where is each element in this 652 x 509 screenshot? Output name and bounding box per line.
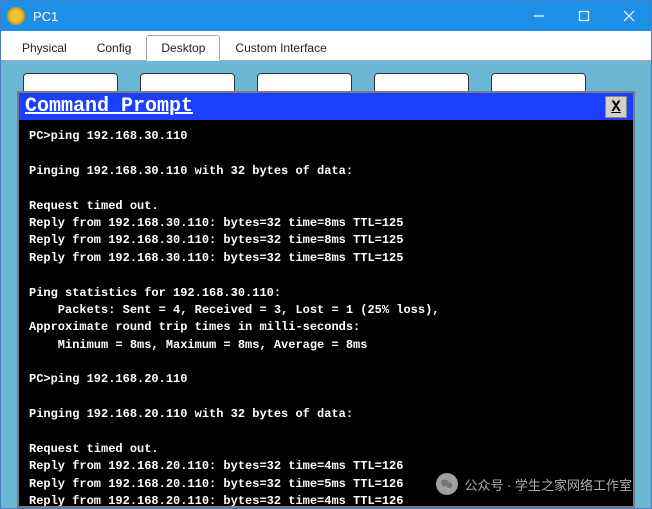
close-icon [623,10,635,22]
command-prompt-title: Command Prompt [25,95,605,118]
command-prompt-close-button[interactable]: X [605,96,627,118]
window-titlebar[interactable]: PC1 [1,1,651,31]
tab-config[interactable]: Config [82,35,147,60]
command-prompt-output[interactable]: PC>ping 192.168.30.110 Pinging 192.168.3… [19,120,633,506]
tab-bar: Physical Config Desktop Custom Interface [1,31,651,61]
command-prompt-window: Command Prompt X PC>ping 192.168.30.110 … [17,91,635,508]
desktop-pane: Command Prompt X PC>ping 192.168.30.110 … [1,61,651,508]
maximize-button[interactable] [561,1,606,31]
tab-physical[interactable]: Physical [7,35,82,60]
command-prompt-titlebar[interactable]: Command Prompt X [19,93,633,120]
maximize-icon [578,10,590,22]
tab-desktop[interactable]: Desktop [146,35,220,61]
tab-custom-interface[interactable]: Custom Interface [220,35,341,60]
window-title: PC1 [31,9,516,24]
app-window: PC1 Physical Config Desktop Custom Inter… [0,0,652,509]
window-controls [516,1,651,31]
app-icon [7,7,25,25]
close-button[interactable] [606,1,651,31]
minimize-button[interactable] [516,1,561,31]
minimize-icon [533,10,545,22]
